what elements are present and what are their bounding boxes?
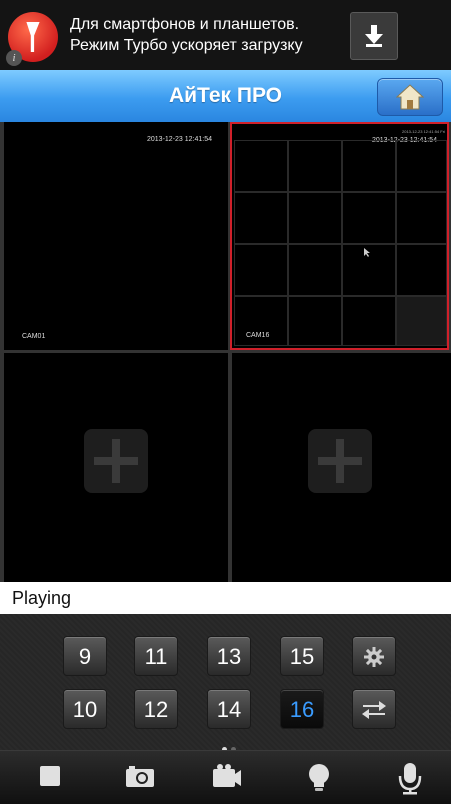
mini-cell	[396, 296, 447, 346]
camera-label: CAM16	[246, 332, 270, 339]
mini-cell	[396, 192, 447, 244]
mini-cell	[342, 140, 396, 192]
mini-cell	[288, 140, 342, 192]
mouse-cursor-icon	[364, 248, 370, 257]
bottom-toolbar	[0, 750, 451, 804]
microphone-button[interactable]	[365, 751, 451, 804]
mini-cell	[396, 140, 447, 192]
snapshot-button[interactable]	[93, 751, 183, 804]
ad-download-button[interactable]	[350, 12, 398, 60]
status-bar: Playing	[0, 582, 451, 614]
camera-timestamp: 2013-12-23 12:41:54	[147, 136, 212, 143]
ad-banner[interactable]: i Для смартфонов и планшетов. Режим Турб…	[0, 0, 451, 70]
swap-arrows-icon	[362, 701, 386, 719]
mini-cell	[342, 296, 396, 346]
download-arrow-icon	[365, 25, 383, 47]
record-video-icon	[213, 764, 241, 787]
camera-view-16-selected[interactable]: 2013-12-23 12:41:54 2013-12-23 12:41:54 …	[230, 122, 449, 350]
mini-cell	[288, 244, 342, 296]
channel-button-13[interactable]: 13	[207, 636, 251, 676]
app-header: АйТек ПРО	[0, 70, 451, 122]
stop-button[interactable]	[5, 751, 95, 804]
record-button[interactable]	[180, 751, 270, 804]
channel-button-14[interactable]: 14	[207, 689, 251, 729]
playback-status: Playing	[12, 588, 72, 608]
multi-channel-preview	[234, 140, 447, 346]
channel-button-9[interactable]: 9	[63, 636, 107, 676]
mini-cell	[396, 244, 447, 296]
lightbulb-icon	[309, 764, 329, 791]
home-button[interactable]	[377, 78, 443, 116]
mini-cell	[288, 192, 342, 244]
settings-button[interactable]	[352, 636, 396, 676]
mini-timestamp: 2013-12-23 12:41:54 Fri	[402, 129, 445, 134]
info-icon[interactable]: i	[6, 50, 22, 66]
light-button[interactable]	[275, 751, 365, 804]
switch-view-button[interactable]	[352, 689, 396, 729]
channel-button-10[interactable]: 10	[63, 689, 107, 729]
channel-controls: 9 11 13 15 10 12 14 16	[0, 614, 451, 752]
channel-button-15[interactable]: 15	[280, 636, 324, 676]
home-icon	[396, 84, 424, 110]
ad-line-1: Для смартфонов и планшетов.	[70, 16, 300, 33]
channel-button-16-active[interactable]: 16	[280, 689, 324, 729]
channel-button-12[interactable]: 12	[134, 689, 178, 729]
channel-button-11[interactable]: 11	[134, 636, 178, 676]
gear-icon	[364, 647, 384, 667]
add-channel-icon[interactable]	[84, 429, 148, 493]
camera-view-empty[interactable]	[232, 353, 451, 582]
camera-view-1[interactable]: 2013-12-23 12:41:54 CAM01	[4, 122, 228, 350]
snapshot-camera-icon	[126, 766, 154, 787]
microphone-icon	[398, 763, 422, 795]
mini-cell	[288, 296, 342, 346]
ad-line-2: Режим Турбо ускоряет загрузку	[70, 37, 303, 54]
mini-cell	[234, 244, 288, 296]
add-channel-icon[interactable]	[308, 429, 372, 493]
camera-label: CAM01	[22, 333, 46, 340]
camera-view-empty[interactable]	[4, 353, 228, 582]
ad-text: Для смартфонов и планшетов. Режим Турбо …	[70, 14, 303, 56]
stop-icon	[40, 766, 60, 786]
mini-cell	[234, 192, 288, 244]
video-grid: 2013-12-23 12:41:54 CAM01 2013-12-23 12:…	[0, 122, 451, 582]
mini-cell	[342, 192, 396, 244]
mini-cell	[234, 140, 288, 192]
